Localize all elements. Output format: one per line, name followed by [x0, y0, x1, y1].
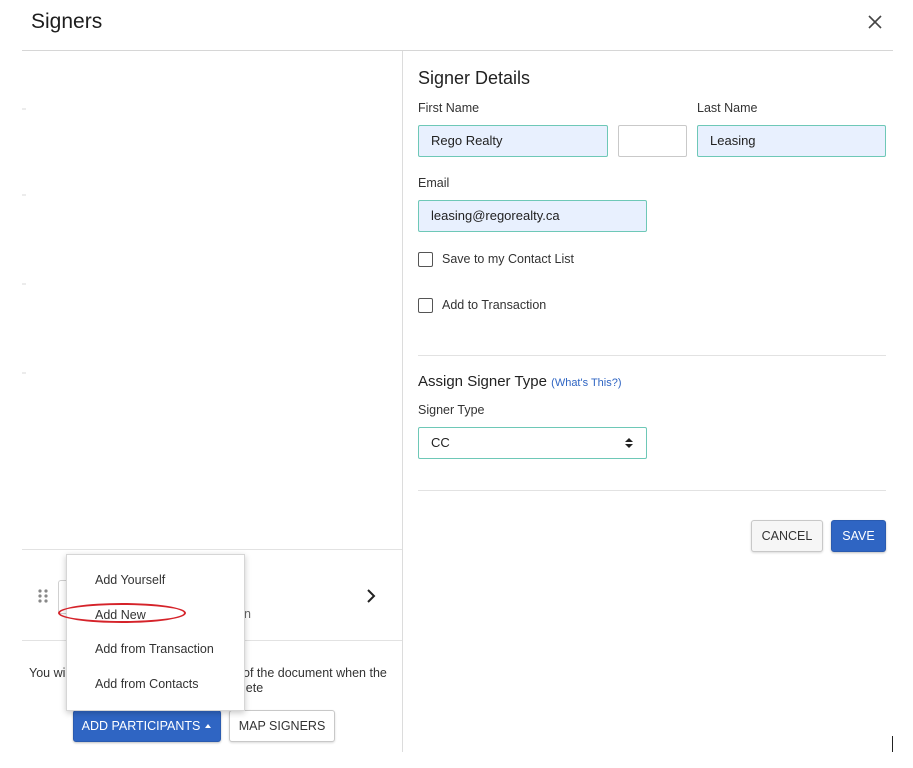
section-divider: [418, 490, 886, 491]
last-name-field[interactable]: Leasing: [697, 125, 886, 157]
caret-up-icon: [205, 724, 212, 728]
header-divider: [22, 50, 893, 51]
participant-row-top-border: [22, 549, 402, 550]
add-transaction-label: Add to Transaction: [442, 298, 547, 312]
text-cursor: [892, 736, 893, 752]
signer-type-heading-row: Assign Signer Type (What's This?): [418, 373, 622, 390]
chevron-right-icon[interactable]: [364, 588, 378, 609]
middle-name-field[interactable]: [618, 125, 687, 157]
panel-divider: [402, 51, 403, 752]
info-text-left: You wi: [29, 666, 66, 680]
left-edge-mark: [22, 108, 26, 110]
drag-handle-icon[interactable]: [37, 588, 49, 609]
info-text-right-1: of the document when the: [243, 666, 387, 680]
left-edge-mark: [22, 194, 26, 196]
menu-item-add-yourself[interactable]: Add Yourself: [95, 573, 165, 587]
menu-item-add-from-transaction[interactable]: Add from Transaction: [95, 642, 214, 656]
whats-this-wrapper: (What's This?): [551, 377, 622, 389]
select-arrows-icon: [625, 438, 633, 448]
info-text-right-2: lete: [243, 681, 264, 695]
menu-item-add-new[interactable]: Add New: [95, 608, 146, 622]
save-contact-checkbox[interactable]: [418, 252, 433, 267]
signer-type-value: CC: [431, 435, 450, 450]
signer-type-heading: Assign Signer Type: [418, 373, 547, 390]
add-participants-button[interactable]: ADD PARTICIPANTS: [73, 710, 221, 742]
signer-type-label: Signer Type: [418, 403, 485, 417]
first-name-field[interactable]: Rego Realty: [418, 125, 608, 157]
signer-type-select[interactable]: CC: [418, 427, 647, 459]
add-participants-label: ADD PARTICIPANTS: [81, 719, 201, 733]
add-participants-menu: Add Yourself Add New Add from Transactio…: [66, 554, 245, 711]
participant-row-text: n: [244, 607, 251, 621]
close-button[interactable]: [864, 11, 886, 33]
add-transaction-checkbox[interactable]: [418, 298, 433, 313]
section-divider: [418, 355, 886, 356]
last-name-label: Last Name: [697, 101, 758, 115]
dialog-title: Signers: [31, 10, 103, 33]
close-icon: [868, 15, 882, 29]
save-button[interactable]: SAVE: [831, 520, 886, 552]
email-field[interactable]: leasing@regorealty.ca: [418, 200, 647, 232]
signer-details-heading: Signer Details: [418, 68, 531, 88]
left-edge-mark: [22, 283, 26, 285]
cancel-button[interactable]: CANCEL: [751, 520, 823, 552]
email-label: Email: [418, 176, 450, 190]
save-contact-label: Save to my Contact List: [442, 252, 575, 266]
map-signers-button[interactable]: MAP SIGNERS: [229, 710, 335, 742]
whats-this-link[interactable]: What's This?: [555, 377, 618, 389]
left-edge-mark: [22, 372, 26, 374]
menu-item-add-from-contacts[interactable]: Add from Contacts: [95, 677, 199, 691]
first-name-label: First Name: [418, 101, 480, 115]
